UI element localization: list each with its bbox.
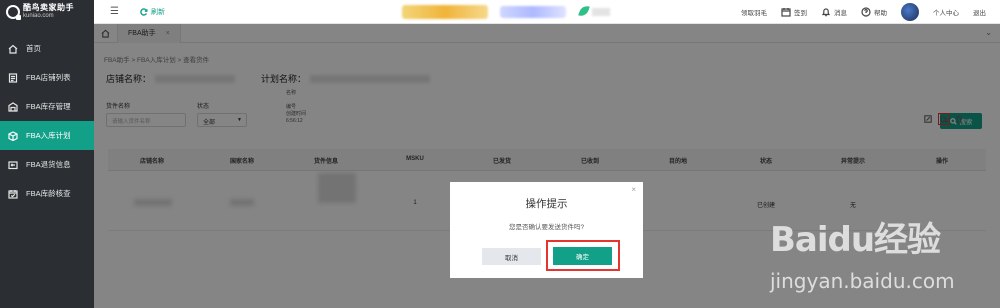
inventory-icon xyxy=(8,101,18,112)
sidebar-nav: 首页 FBA店铺列表 FBA库存管理 FBA入库计划 FBA退货信息 FBA库龄… xyxy=(0,34,94,208)
sidebar-item-inbound-plan[interactable]: FBA入库计划 xyxy=(0,121,94,150)
confirm-dialog: × 操作提示 您是否确认要发送货件吗? 取消 确定 xyxy=(450,182,643,278)
watermark-brand: Baidu经验 xyxy=(770,220,941,260)
checkin-label: 签到 xyxy=(794,10,807,17)
sidebar-item-store-list[interactable]: FBA店铺列表 xyxy=(0,63,94,92)
user-center-label: 个人中心 xyxy=(933,10,959,17)
store-icon xyxy=(8,72,18,83)
dialog-title: 操作提示 xyxy=(525,198,568,210)
sidebar-item-label: FBA退货信息 xyxy=(26,160,71,169)
sidebar: 酷鸟卖家助手 kuniao.com 首页 FBA店铺列表 FBA库存管理 FBA… xyxy=(0,0,94,308)
redacted-banner xyxy=(500,6,566,18)
claim-points-label: 领取羽毛 xyxy=(741,10,767,17)
dialog-message: 您是否确认要发送货件吗? xyxy=(508,224,585,231)
refresh-button[interactable]: 刷新 xyxy=(140,7,165,17)
sidebar-item-label: 首页 xyxy=(26,44,41,53)
collapse-sidebar-icon[interactable]: ☰ xyxy=(110,6,124,17)
watermark: Baidu经验 jingyan.baidu.com xyxy=(770,212,1000,308)
calendar-check-icon xyxy=(8,189,18,199)
messages-label: 消息 xyxy=(834,10,847,17)
watermark-url: jingyan.baidu.com xyxy=(770,269,955,293)
redacted-text xyxy=(592,8,610,16)
checkin-link[interactable]: 签到 xyxy=(781,7,807,17)
logout-link[interactable]: 退出 xyxy=(973,7,986,17)
logo-subtitle: kuniao.com xyxy=(23,13,54,19)
sidebar-item-label: FBA店铺列表 xyxy=(26,73,71,82)
highlight-box xyxy=(546,240,620,271)
home-icon xyxy=(8,44,18,54)
calendar-icon xyxy=(781,8,791,17)
bell-icon xyxy=(821,8,831,17)
help-icon xyxy=(861,7,871,17)
refresh-label: 刷新 xyxy=(151,8,165,16)
help-label: 帮助 xyxy=(874,10,887,17)
sidebar-item-label: FBA入库计划 xyxy=(26,131,71,140)
logo-icon xyxy=(6,5,21,20)
close-icon[interactable]: × xyxy=(631,185,636,194)
sidebar-item-label: FBA库存管理 xyxy=(26,102,71,111)
logo-title: 酷鸟卖家助手 xyxy=(23,3,74,12)
user-center-link[interactable]: 个人中心 xyxy=(933,7,959,17)
logout-label: 退出 xyxy=(973,10,986,17)
sidebar-item-label: FBA库龄核查 xyxy=(26,189,71,198)
sidebar-item-inventory[interactable]: FBA库存管理 xyxy=(0,92,94,121)
refresh-icon xyxy=(140,7,148,16)
sidebar-item-stock-age[interactable]: FBA库龄核查 xyxy=(0,179,94,208)
avatar[interactable] xyxy=(901,3,919,21)
return-icon xyxy=(8,160,18,170)
sidebar-item-home[interactable]: 首页 xyxy=(0,34,94,63)
sidebar-item-returns[interactable]: FBA退货信息 xyxy=(0,150,94,179)
box-icon xyxy=(8,130,18,141)
top-right-actions: 领取羽毛 签到 消息 帮助 个人中心 退出 xyxy=(741,0,1000,24)
messages-link[interactable]: 消息 xyxy=(821,7,847,17)
redacted-banner xyxy=(402,5,488,19)
help-link[interactable]: 帮助 xyxy=(861,7,887,17)
logo[interactable]: 酷鸟卖家助手 kuniao.com xyxy=(0,0,94,24)
claim-points-link[interactable]: 领取羽毛 xyxy=(741,7,767,17)
cancel-button[interactable]: 取消 xyxy=(482,248,541,265)
